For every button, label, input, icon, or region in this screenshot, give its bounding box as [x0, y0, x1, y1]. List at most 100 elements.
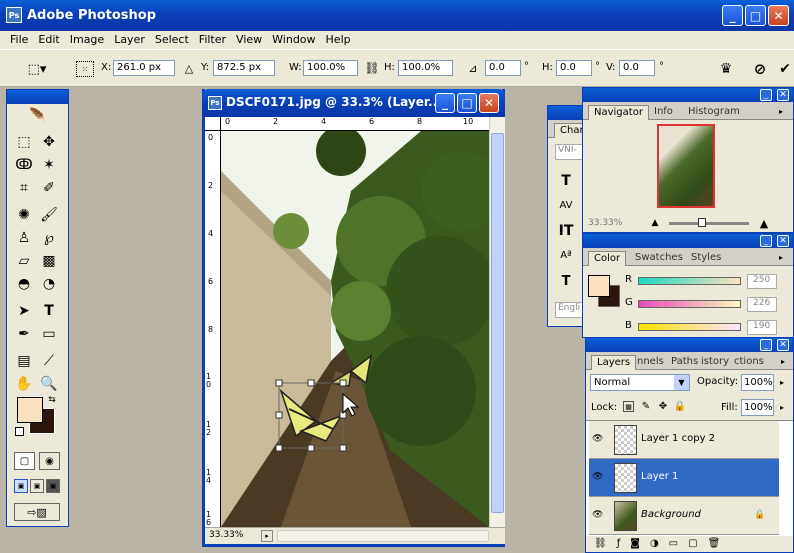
- layers-minimize-button[interactable]: _: [760, 339, 772, 351]
- zoom-out-icon[interactable]: ▲: [649, 217, 661, 229]
- shape-tool-icon[interactable]: ▭: [38, 324, 60, 344]
- standard-mode-icon[interactable]: ▢: [14, 452, 35, 470]
- notes-tool-icon[interactable]: ▤: [13, 351, 35, 371]
- navigator-close-button[interactable]: ✕: [777, 89, 789, 101]
- pen-tool-icon[interactable]: ✒: [13, 324, 35, 344]
- color-close-button[interactable]: ✕: [777, 235, 789, 247]
- marquee-tool-icon[interactable]: ⬚: [13, 132, 35, 152]
- vertical-scrollbar[interactable]: [489, 117, 505, 527]
- quick-mask-icon[interactable]: ◉: [39, 452, 60, 470]
- font-field[interactable]: VNI-: [555, 144, 585, 160]
- horizontal-scrollbar[interactable]: [277, 530, 489, 542]
- clone-stamp-icon[interactable]: ♙: [13, 228, 35, 248]
- vskew-field[interactable]: 0.0: [619, 60, 655, 76]
- slice-tool-icon[interactable]: ✐: [38, 178, 60, 198]
- link-layers-icon[interactable]: ⛓: [594, 538, 607, 552]
- foreground-color-swatch[interactable]: [17, 397, 43, 423]
- layers-close-button[interactable]: ✕: [777, 339, 789, 351]
- menu-view[interactable]: View: [236, 33, 262, 49]
- path-select-icon[interactable]: ➤: [13, 301, 35, 321]
- canvas[interactable]: [221, 131, 489, 527]
- color-foreground-swatch[interactable]: [588, 275, 610, 297]
- tab-layers[interactable]: Layers: [591, 355, 637, 370]
- lock-position-icon[interactable]: ✥: [657, 400, 669, 412]
- height-field[interactable]: 100.0%: [398, 60, 453, 76]
- hand-tool-icon[interactable]: ✋: [13, 374, 35, 394]
- navigator-minimize-button[interactable]: _: [760, 89, 772, 101]
- lasso-tool-icon[interactable]: ↂ: [13, 155, 35, 175]
- r-value-field[interactable]: 250: [747, 274, 777, 289]
- x-field[interactable]: 261.0 px: [113, 60, 175, 76]
- menu-help[interactable]: Help: [326, 33, 351, 49]
- tab-actions[interactable]: ctions: [729, 355, 769, 370]
- transform-handle[interactable]: [339, 379, 347, 387]
- hskew-field[interactable]: 0.0: [556, 60, 592, 76]
- navigator-slider-thumb[interactable]: [698, 218, 706, 227]
- navigator-zoom-slider[interactable]: [669, 222, 749, 225]
- b-value-field[interactable]: 190: [747, 320, 777, 335]
- zoom-tool-icon[interactable]: 🔍: [38, 374, 60, 394]
- screen-mode-full-icon[interactable]: ▣: [30, 479, 44, 493]
- menu-file[interactable]: File: [10, 33, 28, 49]
- new-group-icon[interactable]: ▭: [669, 538, 678, 552]
- zoom-level[interactable]: 33.33%: [209, 530, 243, 540]
- type-tool-icon[interactable]: T: [38, 301, 60, 321]
- menu-filter[interactable]: Filter: [199, 33, 226, 49]
- tab-channels[interactable]: nnels: [632, 355, 669, 370]
- color-menu-icon[interactable]: ▸: [775, 251, 787, 263]
- lock-all-icon[interactable]: 🔒: [674, 400, 686, 412]
- navigator-menu-icon[interactable]: ▸: [775, 105, 787, 117]
- link-icon[interactable]: ⛓: [364, 60, 379, 76]
- transform-handle[interactable]: [307, 379, 315, 387]
- dodge-tool-icon[interactable]: ◔: [38, 274, 60, 294]
- transform-handle[interactable]: [339, 444, 347, 452]
- menu-select[interactable]: Select: [155, 33, 189, 49]
- screen-mode-standard-icon[interactable]: ▣: [14, 479, 28, 493]
- tab-color[interactable]: Color: [588, 251, 627, 266]
- r-slider[interactable]: [638, 277, 741, 285]
- maximize-button[interactable]: □: [745, 5, 766, 26]
- g-slider[interactable]: [638, 300, 741, 308]
- new-layer-icon[interactable]: ▢: [688, 538, 697, 552]
- gradient-tool-icon[interactable]: ▩: [38, 251, 60, 271]
- relative-position-icon[interactable]: △: [182, 60, 196, 76]
- layer-style-icon[interactable]: ƒ: [617, 538, 621, 552]
- jump-to-imageready-icon[interactable]: ⇨▨: [14, 503, 60, 521]
- transform-handle[interactable]: [307, 444, 315, 452]
- visibility-eye-icon[interactable]: 👁: [592, 510, 606, 520]
- tab-info[interactable]: Info: [649, 105, 678, 120]
- magic-wand-icon[interactable]: ✶: [38, 155, 60, 175]
- minimize-button[interactable]: _: [722, 5, 743, 26]
- transform-handle[interactable]: [275, 444, 283, 452]
- default-colors-icon[interactable]: [15, 427, 24, 436]
- layers-menu-icon[interactable]: ▸: [777, 355, 789, 367]
- transform-handle[interactable]: [275, 379, 283, 387]
- screen-mode-full-black-icon[interactable]: ▣: [46, 479, 60, 493]
- move-tool-icon[interactable]: ✥: [38, 132, 60, 152]
- color-minimize-button[interactable]: _: [760, 235, 772, 247]
- fill-field[interactable]: 100%: [741, 399, 774, 416]
- menu-image[interactable]: Image: [70, 33, 104, 49]
- scroll-thumb[interactable]: [491, 133, 504, 513]
- chevron-down-icon[interactable]: ▼: [674, 375, 689, 390]
- y-field[interactable]: 872.5 px: [213, 60, 275, 76]
- b-slider[interactable]: [638, 323, 741, 331]
- zoom-in-icon[interactable]: ▲: [757, 217, 771, 230]
- tool-preset-icon[interactable]: ⬚▾: [24, 60, 50, 78]
- angle-field[interactable]: 0.0: [485, 60, 521, 76]
- menu-layer[interactable]: Layer: [114, 33, 145, 49]
- layer-row[interactable]: 👁 Layer 1 copy 2: [589, 421, 779, 459]
- visibility-eye-icon[interactable]: 👁: [592, 472, 606, 482]
- doc-minimize-button[interactable]: _: [435, 93, 455, 113]
- doc-close-button[interactable]: ✕: [479, 93, 499, 113]
- lock-image-icon[interactable]: ✎: [640, 400, 652, 412]
- navigator-thumbnail[interactable]: [657, 124, 715, 208]
- transform-handle[interactable]: [275, 411, 283, 419]
- menu-window[interactable]: Window: [272, 33, 315, 49]
- cancel-transform-icon[interactable]: ⊘: [750, 59, 770, 79]
- status-menu-icon[interactable]: ▸: [261, 530, 273, 542]
- commit-transform-icon[interactable]: ✔: [776, 59, 794, 79]
- warp-mode-icon[interactable]: ♛: [716, 59, 736, 79]
- opacity-field[interactable]: 100%: [741, 374, 774, 391]
- menu-edit[interactable]: Edit: [38, 33, 59, 49]
